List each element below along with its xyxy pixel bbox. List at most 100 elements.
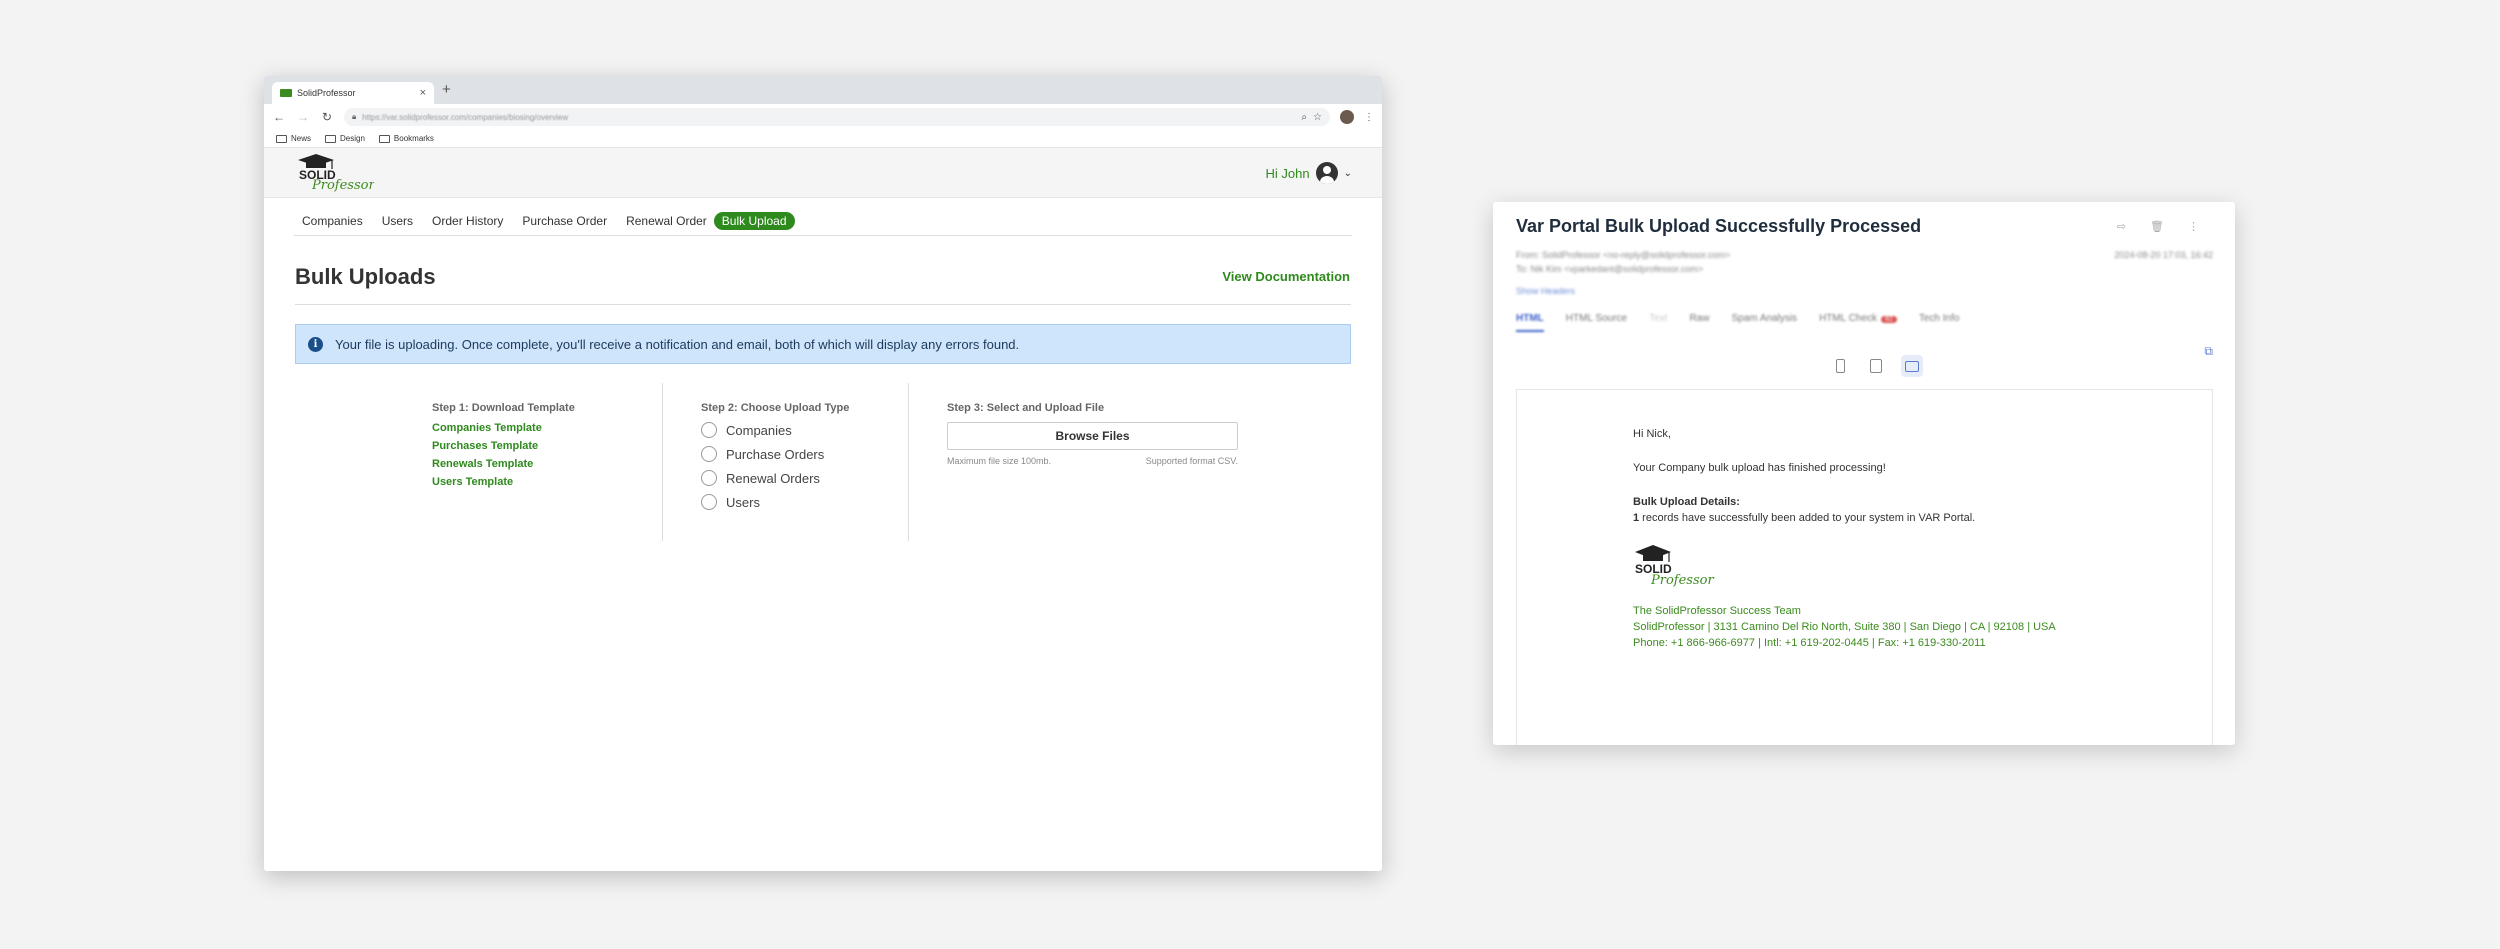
tab-spam-analysis[interactable]: Spam Analysis <box>1731 313 1797 332</box>
close-tab-icon[interactable]: × <box>420 87 426 99</box>
step2-column: Step 2: Choose Upload Type Companies Pur… <box>662 383 908 541</box>
tab-html-check[interactable]: HTML Check 82 <box>1819 313 1897 332</box>
body-address: SolidProfessor | 3131 Camino Del Rio Nor… <box>1633 621 2056 633</box>
url-text: https://var.solidprofessor.com/companies… <box>362 112 569 122</box>
zoom-icon[interactable]: ⌕ <box>1301 112 1307 123</box>
step3-heading: Step 3: Select and Upload File <box>947 402 1105 414</box>
bookmarks-bar: News Design Bookmarks <box>264 130 1382 148</box>
divider <box>295 304 1351 305</box>
mobile-view-icon[interactable] <box>1829 355 1851 377</box>
bookmark-star-icon[interactable]: ☆ <box>1313 112 1322 123</box>
user-avatar-icon <box>1315 162 1338 184</box>
body-greeting: Hi Nick, <box>1633 428 1671 440</box>
greeting-text: Hi John <box>1265 165 1310 181</box>
solidprofessor-email-logo: SOLID Professor <box>1635 545 1714 588</box>
email-subject: Var Portal Bulk Upload Successfully Proc… <box>1516 216 1922 236</box>
bookmark-bookmarks[interactable]: Bookmarks <box>378 134 434 143</box>
show-headers-link[interactable]: Show Headers <box>1516 286 1575 296</box>
info-icon: i <box>308 336 323 352</box>
purchases-template-link[interactable]: Purchases Template <box>432 440 662 452</box>
tablet-view-icon[interactable] <box>1865 355 1887 377</box>
step3-column: Step 3: Select and Upload File Browse Fi… <box>908 383 1248 541</box>
more-icon[interactable]: ⋮ <box>2188 220 2199 233</box>
email-body: Hi Nick, Your Company bulk upload has fi… <box>1516 389 2213 745</box>
more-menu-icon[interactable]: ⋮ <box>1364 112 1374 123</box>
radio-users[interactable]: Users <box>701 494 908 510</box>
nav-purchase-order[interactable]: Purchase Order <box>522 212 607 230</box>
tab-text[interactable]: Text <box>1649 313 1667 332</box>
lock-icon: 🔒︎ <box>352 112 357 121</box>
site-header: SOLID Professor Hi John ⌄ <box>264 148 1382 198</box>
email-date: 2024-08-20 17:03, 16:42 <box>2114 250 2213 260</box>
folder-icon <box>276 134 287 143</box>
format-hint: Supported format CSV. <box>1145 456 1238 466</box>
upload-steps: Step 1: Download Template Companies Temp… <box>424 383 1248 541</box>
browser-window: SolidProfessor × + ← → ↻ 🔒︎ https://var.… <box>264 76 1382 871</box>
browse-files-button[interactable]: Browse Files <box>947 422 1238 450</box>
chevron-down-icon: ⌄ <box>1343 167 1352 179</box>
forward-icon[interactable]: ⇨ <box>2117 220 2126 233</box>
radio-button[interactable] <box>701 470 717 486</box>
tab-tech-info[interactable]: Tech Info <box>1919 313 1960 332</box>
nav-users[interactable]: Users <box>382 212 413 230</box>
tab-raw[interactable]: Raw <box>1689 313 1709 332</box>
tab-html-source[interactable]: HTML Source <box>1566 313 1627 332</box>
tab-html[interactable]: HTML <box>1516 313 1544 332</box>
body-team: The SolidProfessor Success Team <box>1633 605 1801 617</box>
email-from: From: SolidProfessor <no-reply@solidprof… <box>1516 250 1731 260</box>
step1-heading: Step 1: Download Template <box>432 402 575 414</box>
body-line1: Your Company bulk upload has finished pr… <box>1633 462 1886 474</box>
info-message: Your file is uploading. Once complete, y… <box>335 336 1020 352</box>
nav-order-history[interactable]: Order History <box>432 212 503 230</box>
companies-template-link[interactable]: Companies Template <box>432 422 662 434</box>
step2-heading: Step 2: Choose Upload Type <box>701 402 850 414</box>
view-documentation-link[interactable]: View Documentation <box>1222 269 1350 284</box>
bookmark-design[interactable]: Design <box>325 134 365 143</box>
main-nav: Companies Users Order History Purchase O… <box>294 206 1352 236</box>
body-details-heading: Bulk Upload Details: <box>1633 496 1740 508</box>
browser-tab[interactable]: SolidProfessor × <box>272 82 434 104</box>
max-size-hint: Maximum file size 100mb. <box>947 456 1052 466</box>
email-view-tabs: HTML HTML Source Text Raw Spam Analysis … <box>1516 313 1959 332</box>
html-check-badge: 82 <box>1881 316 1897 323</box>
nav-bulk-upload[interactable]: Bulk Upload <box>713 211 795 230</box>
radio-purchase-orders[interactable]: Purchase Orders <box>701 446 908 462</box>
radio-companies[interactable]: Companies <box>701 422 908 438</box>
address-bar[interactable]: 🔒︎ https://var.solidprofessor.com/compan… <box>344 108 1330 126</box>
upload-info-banner: i Your file is uploading. Once complete,… <box>295 324 1351 364</box>
forward-icon[interactable]: → <box>296 110 310 124</box>
back-icon[interactable]: ← <box>272 110 286 124</box>
new-tab-button[interactable]: + <box>442 81 451 98</box>
radio-button[interactable] <box>701 446 717 462</box>
nav-renewal-order[interactable]: Renewal Order <box>626 212 707 230</box>
email-actions: ⇨ 🗑︎ ⋮ <box>2117 220 2199 233</box>
user-menu[interactable]: Hi John ⌄ <box>1266 162 1352 184</box>
svg-text:Professor: Professor <box>1650 573 1714 588</box>
email-to: To: Nik Kim <vparkedant@solidprofessor.c… <box>1516 264 1704 274</box>
delete-icon[interactable]: 🗑︎ <box>2150 220 2164 233</box>
step1-column: Step 1: Download Template Companies Temp… <box>432 383 662 541</box>
nav-companies[interactable]: Companies <box>302 212 363 230</box>
favicon-icon <box>280 89 292 97</box>
radio-button[interactable] <box>701 494 717 510</box>
device-preview-switcher <box>1829 355 1923 377</box>
svg-text:Professor: Professor <box>311 178 374 193</box>
email-preview-panel: Var Portal Bulk Upload Successfully Proc… <box>1493 202 2235 745</box>
desktop-view-icon[interactable] <box>1901 355 1923 377</box>
page-title: Bulk Uploads <box>295 264 436 289</box>
folder-icon <box>325 134 337 143</box>
solidprofessor-logo[interactable]: SOLID Professor <box>294 152 374 194</box>
file-hints: Maximum file size 100mb. Supported forma… <box>947 456 1238 466</box>
open-external-icon[interactable]: ⧉ <box>2204 344 2213 359</box>
folder-icon <box>378 134 390 143</box>
bookmark-news[interactable]: News <box>276 134 311 143</box>
users-template-link[interactable]: Users Template <box>432 476 662 488</box>
profile-avatar[interactable] <box>1340 110 1354 124</box>
radio-button[interactable] <box>701 422 717 438</box>
body-records: 1 records have successfully been added t… <box>1633 512 1976 524</box>
tab-strip: SolidProfessor × + <box>264 76 1382 104</box>
radio-renewal-orders[interactable]: Renewal Orders <box>701 470 908 486</box>
tab-title: SolidProfessor <box>297 88 356 98</box>
renewals-template-link[interactable]: Renewals Template <box>432 458 662 470</box>
reload-icon[interactable]: ↻ <box>320 110 334 124</box>
